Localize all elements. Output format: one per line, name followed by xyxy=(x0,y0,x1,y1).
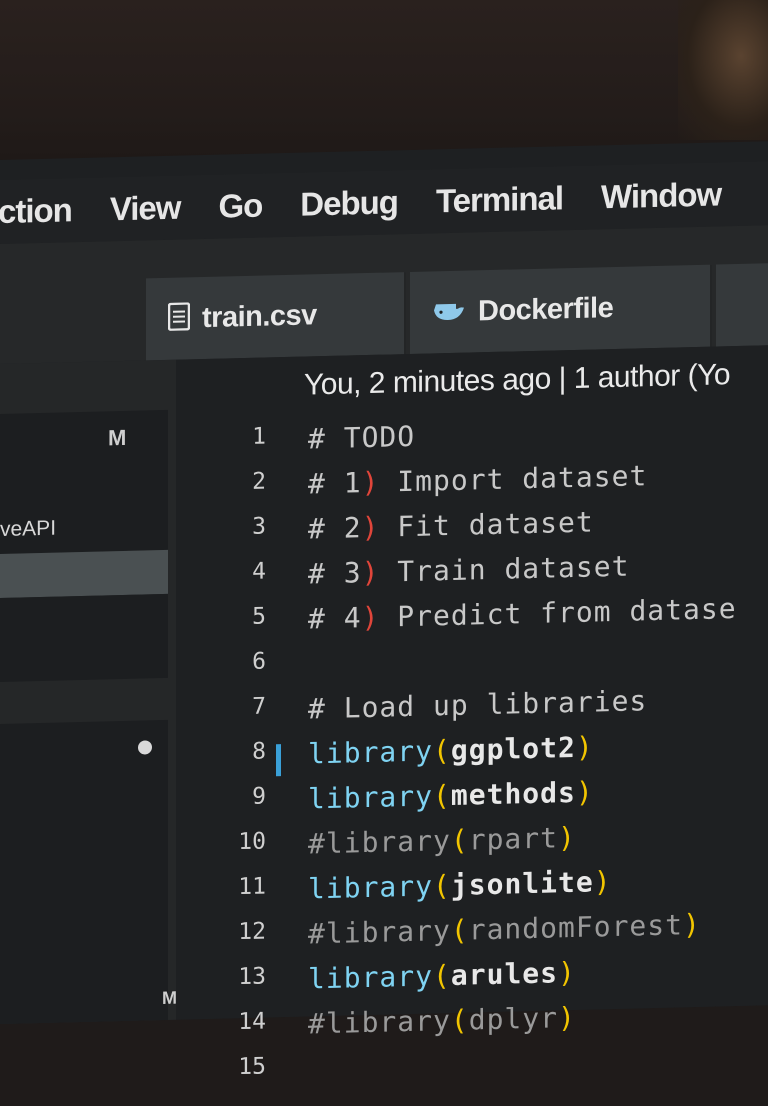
line-number: 15 xyxy=(176,1053,266,1081)
tab-train-csv[interactable]: train.csv xyxy=(146,272,406,360)
line-number: 3 xyxy=(176,513,266,541)
code-text: library(arules) xyxy=(308,956,576,996)
code-text: # TODO xyxy=(308,420,415,456)
bracket-token: ) xyxy=(594,865,612,898)
commented-argument-token: randomForest xyxy=(469,908,683,946)
paren-token: ) xyxy=(362,466,380,499)
code-text: # 3) Train dataset xyxy=(308,550,629,591)
bracket-token: ) xyxy=(683,908,701,941)
code-text: library(methods) xyxy=(308,775,594,815)
comment-token: # Load up libraries xyxy=(308,684,647,725)
bracket-token: ) xyxy=(558,1001,576,1034)
bracket-token: ( xyxy=(451,1004,469,1037)
bracket-token: ( xyxy=(451,914,469,947)
function-token: library xyxy=(308,869,433,905)
editor-tab-bar: train.csv Dockerfile xyxy=(0,225,768,364)
code-text: library(jsonlite) xyxy=(308,865,612,905)
argument-token: methods xyxy=(451,776,576,812)
line-number: 5 xyxy=(176,603,266,631)
commented-argument-token: rpart xyxy=(469,821,558,856)
line-number: 14 xyxy=(176,1008,266,1036)
docker-whale-icon xyxy=(432,297,466,327)
argument-token: jsonlite xyxy=(451,865,594,901)
function-token: library xyxy=(308,734,433,770)
tab-overflow[interactable] xyxy=(716,263,768,347)
background-reflection xyxy=(678,0,768,140)
line-number: 1 xyxy=(176,423,266,451)
line-number: 10 xyxy=(176,828,266,856)
code-text: library(ggplot2) xyxy=(308,730,594,770)
git-modified-marker xyxy=(276,744,281,776)
line-number: 7 xyxy=(176,693,266,721)
tab-label: Dockerfile xyxy=(478,292,613,328)
commented-function-token: #library xyxy=(308,824,451,860)
tab-label: train.csv xyxy=(202,299,317,335)
bracket-token: ) xyxy=(558,821,576,854)
commented-function-token: #library xyxy=(308,1004,451,1040)
line-number: 11 xyxy=(176,873,266,901)
line-number: 12 xyxy=(176,918,266,946)
comment-token: # 3 xyxy=(308,556,362,590)
git-blame-annotation[interactable]: You, 2 minutes ago | 1 author (Yo xyxy=(304,358,730,402)
line-number: 13 xyxy=(176,963,266,991)
menu-debug[interactable]: Debug xyxy=(300,183,398,223)
line-number: 8 xyxy=(176,738,266,766)
code-text: # Load up libraries xyxy=(308,684,647,725)
bracket-token: ( xyxy=(433,734,451,767)
function-token: library xyxy=(308,959,433,995)
menu-window[interactable]: Window xyxy=(601,175,721,216)
line-number: 9 xyxy=(176,783,266,811)
comment-token: # TODO xyxy=(308,420,415,456)
paren-token: ) xyxy=(362,556,380,589)
comment-token: Import dataset xyxy=(379,459,647,499)
comment-token: Fit dataset xyxy=(379,505,593,543)
bracket-token: ( xyxy=(433,779,451,812)
code-text: #library(dplyr) xyxy=(308,1001,576,1041)
file-item[interactable]: veAPI xyxy=(0,517,56,542)
menu-terminal[interactable]: Terminal xyxy=(436,179,563,220)
code-text: #library(rpart) xyxy=(308,821,576,861)
paren-token: ) xyxy=(362,511,380,544)
modified-badge: M xyxy=(108,425,126,451)
code-text: # 1) Import dataset xyxy=(308,459,647,500)
bracket-token: ( xyxy=(433,959,451,992)
bracket-token: ) xyxy=(558,956,576,989)
commented-function-token: #library xyxy=(308,914,451,950)
argument-token: arules xyxy=(451,956,558,992)
menu-go[interactable]: Go xyxy=(218,187,262,226)
bracket-token: ) xyxy=(576,730,594,763)
menu-view[interactable]: View xyxy=(110,189,181,229)
code-text: # 2) Fit dataset xyxy=(308,505,594,545)
commented-argument-token: dplyr xyxy=(469,1001,558,1036)
menu-selection[interactable]: ction xyxy=(0,191,72,231)
tab-dockerfile[interactable]: Dockerfile xyxy=(410,265,712,354)
comment-token: # 1 xyxy=(308,466,362,500)
comment-token: Train dataset xyxy=(379,550,629,589)
modified-badge: M xyxy=(162,988,177,1009)
paren-token: ) xyxy=(362,601,380,634)
line-number: 6 xyxy=(176,648,266,676)
function-token: library xyxy=(308,779,433,815)
file-list-panel: M veAPI xyxy=(0,410,168,554)
argument-token: ggplot2 xyxy=(451,731,576,767)
bracket-token: ( xyxy=(451,824,469,857)
line-number: 4 xyxy=(176,558,266,586)
line-number: 2 xyxy=(176,468,266,496)
bracket-token: ) xyxy=(576,775,594,808)
comment-token: # 2 xyxy=(308,511,362,545)
file-icon xyxy=(168,302,190,336)
bracket-token: ( xyxy=(433,869,451,902)
outline-panel: M xyxy=(0,720,168,1024)
unsaved-dot-icon xyxy=(138,740,152,754)
file-list-panel-lower xyxy=(0,594,168,682)
vscode-window: ction View Go Debug Terminal Window trai… xyxy=(0,141,768,1024)
explorer-sidebar: M veAPI M xyxy=(0,360,176,1024)
selected-file-item[interactable] xyxy=(0,550,168,598)
comment-token: # 4 xyxy=(308,601,362,635)
code-editor[interactable]: You, 2 minutes ago | 1 author (Yo 1 # TOD… xyxy=(176,345,768,1019)
